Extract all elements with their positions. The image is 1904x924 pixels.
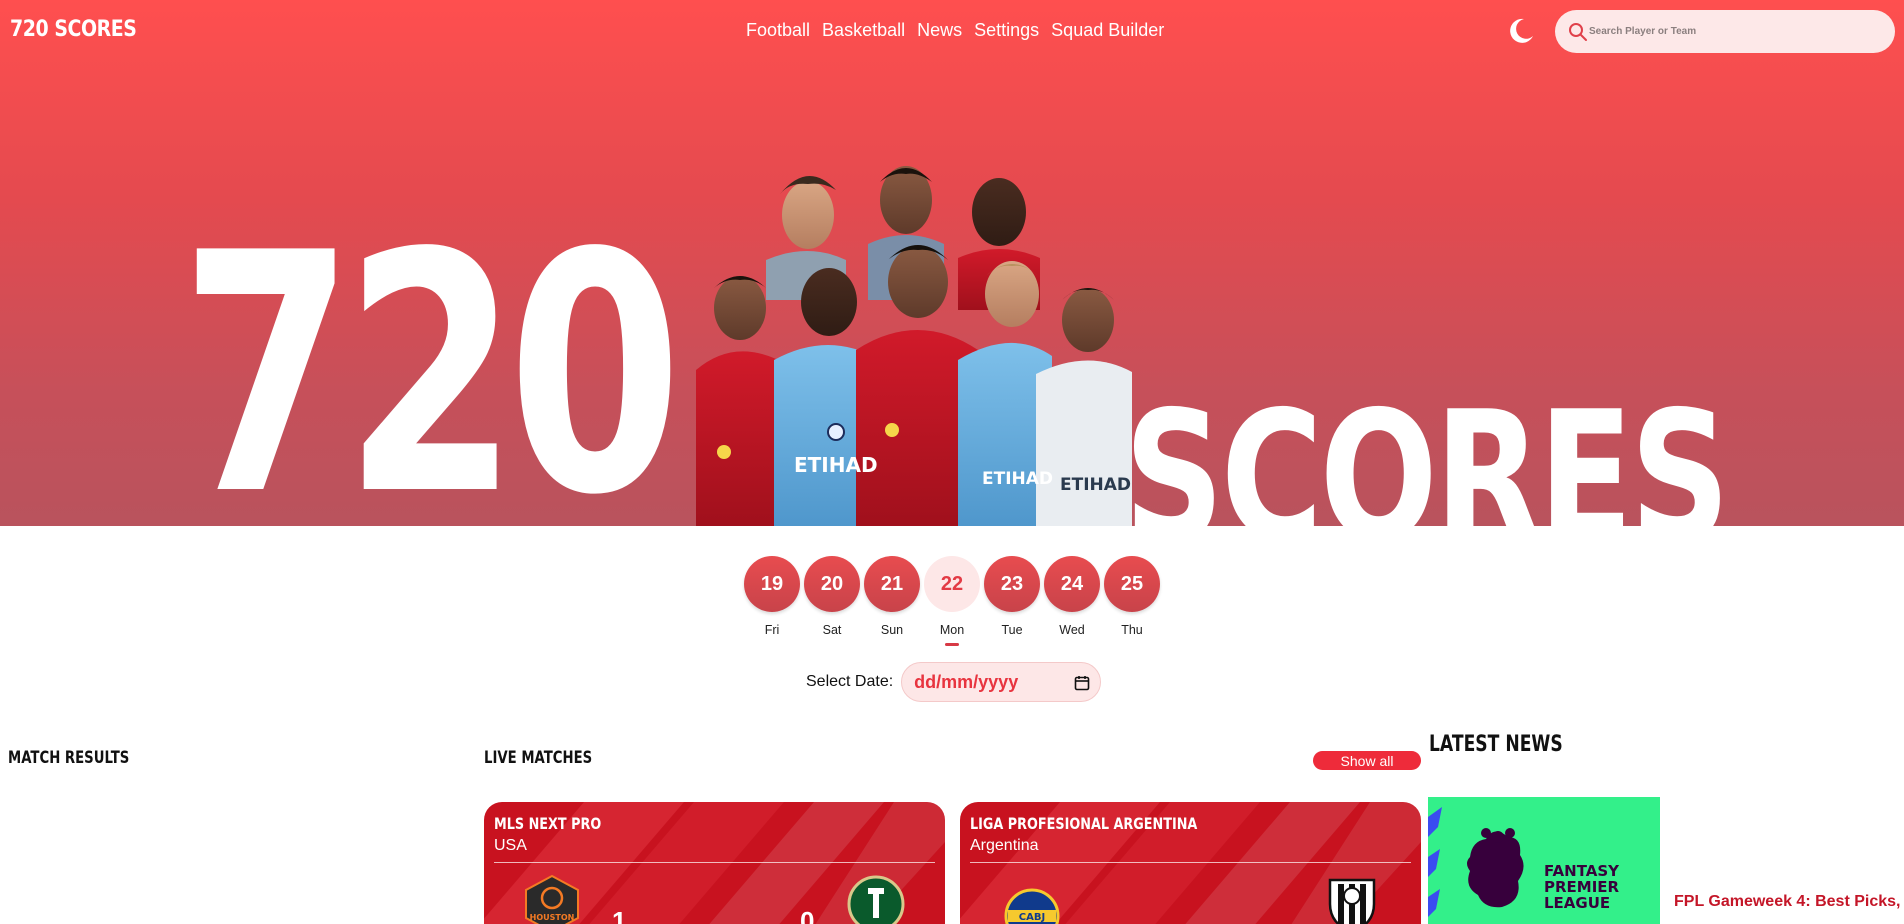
svg-text:LEAGUE: LEAGUE <box>1544 894 1610 912</box>
away-team-logo <box>847 875 905 924</box>
day-weekday-label: Tue <box>1001 623 1023 637</box>
day-sun[interactable]: 21 Sun <box>864 556 920 646</box>
svg-text:CABJ: CABJ <box>1019 912 1045 923</box>
home-team-logo: CABJ <box>1004 888 1060 924</box>
day-number: 25 <box>1104 556 1160 612</box>
live-match-card[interactable]: MLS NEXT PRO USA HOUSTON 1 0 <box>484 802 945 924</box>
day-weekday-label: Sat <box>822 623 842 637</box>
day-weekday-label: Sun <box>880 623 904 637</box>
day-weekday-label: Thu <box>1121 623 1143 637</box>
match-league: LIGA PROFESIONAL ARGENTINA <box>970 814 1198 833</box>
match-country: Argentina <box>970 837 1039 854</box>
hero-title-word: SCORES <box>1124 373 1730 527</box>
date-picker-row: Select Date: dd/mm/yyyy <box>806 662 1102 702</box>
show-all-button[interactable]: Show all <box>1313 751 1421 770</box>
day-number: 24 <box>1044 556 1100 612</box>
day-weekday-label: Wed <box>1059 623 1085 637</box>
search-icon <box>1569 23 1587 41</box>
hero-banner: 720 SCORES Football Basketball News Sett… <box>0 0 1904 526</box>
news-image[interactable]: FANTASY PREMIER LEAGUE <box>1428 797 1660 924</box>
match-league: MLS NEXT PRO <box>494 814 602 833</box>
nav-link-squad-builder[interactable]: Squad Builder <box>1051 20 1164 41</box>
active-day-indicator <box>945 643 959 646</box>
day-sat[interactable]: 20 Sat <box>804 556 860 646</box>
card-divider <box>494 862 935 863</box>
day-thu[interactable]: 25 Thu <box>1104 556 1160 646</box>
search-bar <box>1555 10 1895 53</box>
day-mon[interactable]: 22 Mon <box>924 556 980 646</box>
live-match-card[interactable]: LIGA PROFESIONAL ARGENTINA Argentina CAB… <box>960 802 1421 924</box>
date-input-placeholder: dd/mm/yyyy <box>914 671 1019 692</box>
date-input[interactable]: dd/mm/yyyy <box>901 662 1102 702</box>
day-number: 22 <box>924 556 980 612</box>
calendar-icon[interactable] <box>1074 675 1090 691</box>
live-matches-title: LIVE MATCHES <box>484 748 593 768</box>
day-wed[interactable]: 24 Wed <box>1044 556 1100 646</box>
nav-link-football[interactable]: Football <box>746 20 810 41</box>
card-divider <box>970 862 1411 863</box>
svg-text:HOUSTON: HOUSTON <box>530 913 575 922</box>
svg-text:ETIHAD: ETIHAD <box>1060 475 1131 495</box>
day-tue[interactable]: 23 Tue <box>984 556 1040 646</box>
premier-league-lion-icon: FANTASY PREMIER LEAGUE <box>1428 807 1620 917</box>
svg-text:ETIHAD: ETIHAD <box>794 453 878 477</box>
away-team-logo <box>1328 878 1376 924</box>
latest-news-title: LATEST NEWS <box>1429 732 1563 757</box>
home-score: 1 <box>612 906 627 924</box>
nav-link-settings[interactable]: Settings <box>974 20 1039 41</box>
svg-text:ETIHAD: ETIHAD <box>982 469 1053 489</box>
day-weekday-label: Fri <box>764 623 780 637</box>
away-score: 0 <box>800 906 815 924</box>
day-number: 23 <box>984 556 1040 612</box>
day-number: 21 <box>864 556 920 612</box>
search-input[interactable] <box>1589 18 1879 45</box>
top-navbar: 720 SCORES Football Basketball News Sett… <box>0 0 1904 62</box>
nav-link-news[interactable]: News <box>917 20 962 41</box>
brand-logo[interactable]: 720 SCORES <box>10 17 137 42</box>
day-weekday-label: Mon <box>939 623 965 637</box>
match-results-title: MATCH RESULTS <box>8 748 130 768</box>
nav-links: Football Basketball News Settings Squad … <box>746 20 1164 41</box>
nav-link-basketball[interactable]: Basketball <box>822 20 905 41</box>
date-picker-label: Select Date: <box>806 673 894 690</box>
hero-title-number: 720 <box>180 183 682 526</box>
home-team-logo: HOUSTON <box>525 874 579 924</box>
day-number: 20 <box>804 556 860 612</box>
day-fri[interactable]: 19 Fri <box>744 556 800 646</box>
day-number: 19 <box>744 556 800 612</box>
match-country: USA <box>494 837 527 854</box>
players-photo: ETIHAD ETIHAD ETIHAD <box>696 166 1132 526</box>
moon-icon[interactable] <box>1506 16 1536 46</box>
day-selector: 19 Fri 20 Sat 21 Sun 22 Mon 23 Tue 24 Wed 25 Thu <box>744 556 1160 646</box>
news-headline[interactable]: FPL Gameweek 4: Best Picks, <box>1674 892 1904 911</box>
